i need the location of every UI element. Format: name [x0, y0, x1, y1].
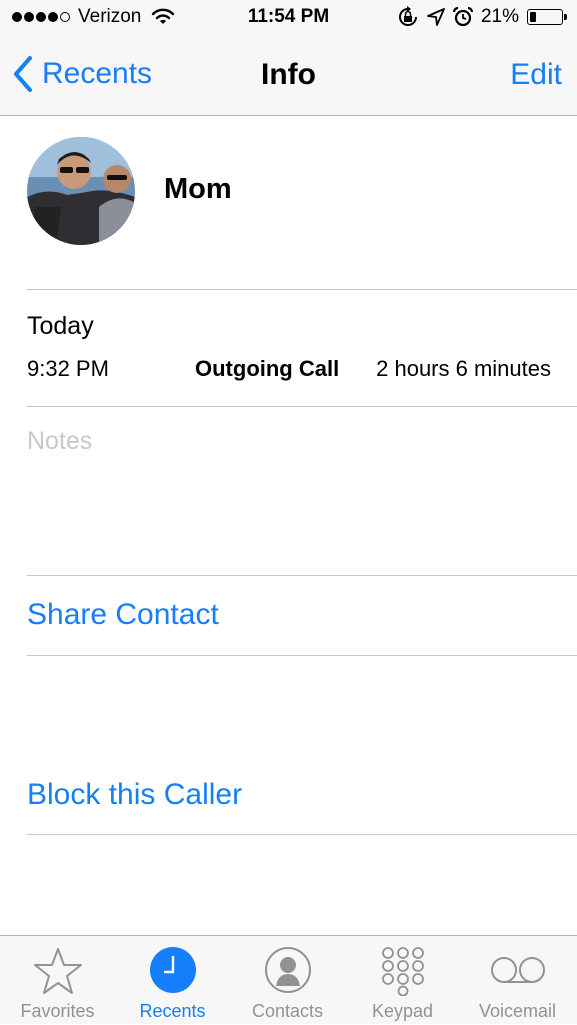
tab-keypad[interactable]: Keypad — [345, 936, 460, 1025]
battery-level — [530, 12, 536, 22]
divider — [27, 289, 577, 290]
tab-bar: Favorites Recents Contacts Keypad Voicem… — [0, 935, 577, 1024]
voicemail-icon — [490, 957, 545, 983]
page-title: Info — [261, 58, 316, 91]
tab-favorites[interactable]: Favorites — [0, 936, 115, 1025]
contact-photo — [27, 137, 135, 245]
location-arrow-icon — [427, 8, 445, 26]
tab-voicemail[interactable]: Voicemail — [460, 936, 575, 1025]
tab-label: Favorites — [20, 1001, 95, 1021]
person-icon — [264, 947, 311, 993]
call-duration: 2 hours 6 minutes — [376, 356, 551, 381]
keypad-icon — [381, 947, 424, 996]
tab-contacts[interactable]: Contacts — [230, 936, 345, 1025]
rotation-lock-icon — [399, 6, 417, 26]
divider — [27, 575, 577, 576]
contact-avatar — [27, 137, 135, 245]
tab-label: Voicemail — [478, 1001, 557, 1021]
tab-recents[interactable]: Recents — [115, 936, 230, 1025]
tab-label: Contacts — [251, 1001, 324, 1021]
share-contact-button[interactable]: Share Contact — [27, 598, 219, 632]
clock-icon — [149, 947, 196, 993]
divider — [27, 834, 577, 835]
status-bar: Verizon 11:54 PM 21% — [0, 0, 577, 38]
battery-percent: 21% — [480, 6, 519, 27]
notes-field[interactable]: Notes — [27, 427, 92, 456]
star-icon — [33, 948, 82, 994]
contact-name: Mom — [164, 173, 232, 205]
divider — [27, 406, 577, 407]
tab-label: Keypad — [371, 1001, 434, 1021]
status-icons: 21% — [397, 6, 567, 28]
call-day-heading: Today — [27, 312, 94, 340]
tab-label: Recents — [139, 1001, 206, 1021]
divider — [27, 655, 577, 656]
alarm-icon — [452, 7, 473, 27]
call-time: 9:32 PM — [27, 356, 109, 381]
block-caller-button[interactable]: Block this Caller — [27, 778, 242, 812]
battery-icon — [527, 9, 567, 25]
edit-button[interactable]: Edit — [510, 58, 562, 92]
call-type: Outgoing Call — [195, 356, 340, 381]
navigation-bar: Recents Info Edit — [0, 38, 577, 116]
